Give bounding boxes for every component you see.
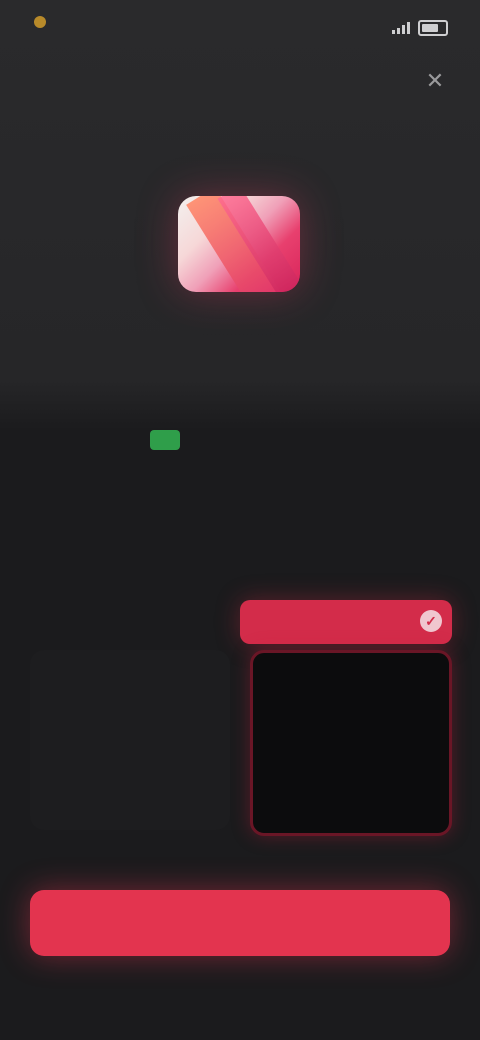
offer-tag-icon xyxy=(150,430,180,450)
offer-tag xyxy=(150,430,190,450)
status-bar xyxy=(0,0,480,60)
status-indicator xyxy=(34,16,46,28)
plan-option-left[interactable] xyxy=(30,650,230,830)
paywall-screen: ✕ ✓ xyxy=(0,0,480,1040)
status-right xyxy=(392,20,448,36)
signal-icon xyxy=(392,22,412,34)
best-value-badge: ✓ xyxy=(240,600,452,644)
app-icon xyxy=(178,196,300,292)
plan-option-right-selected[interactable] xyxy=(250,650,452,836)
battery-icon xyxy=(418,20,448,36)
continue-button[interactable] xyxy=(30,890,450,956)
badge-check-icon: ✓ xyxy=(420,610,442,632)
close-icon[interactable]: ✕ xyxy=(420,66,450,96)
status-left xyxy=(34,16,54,28)
